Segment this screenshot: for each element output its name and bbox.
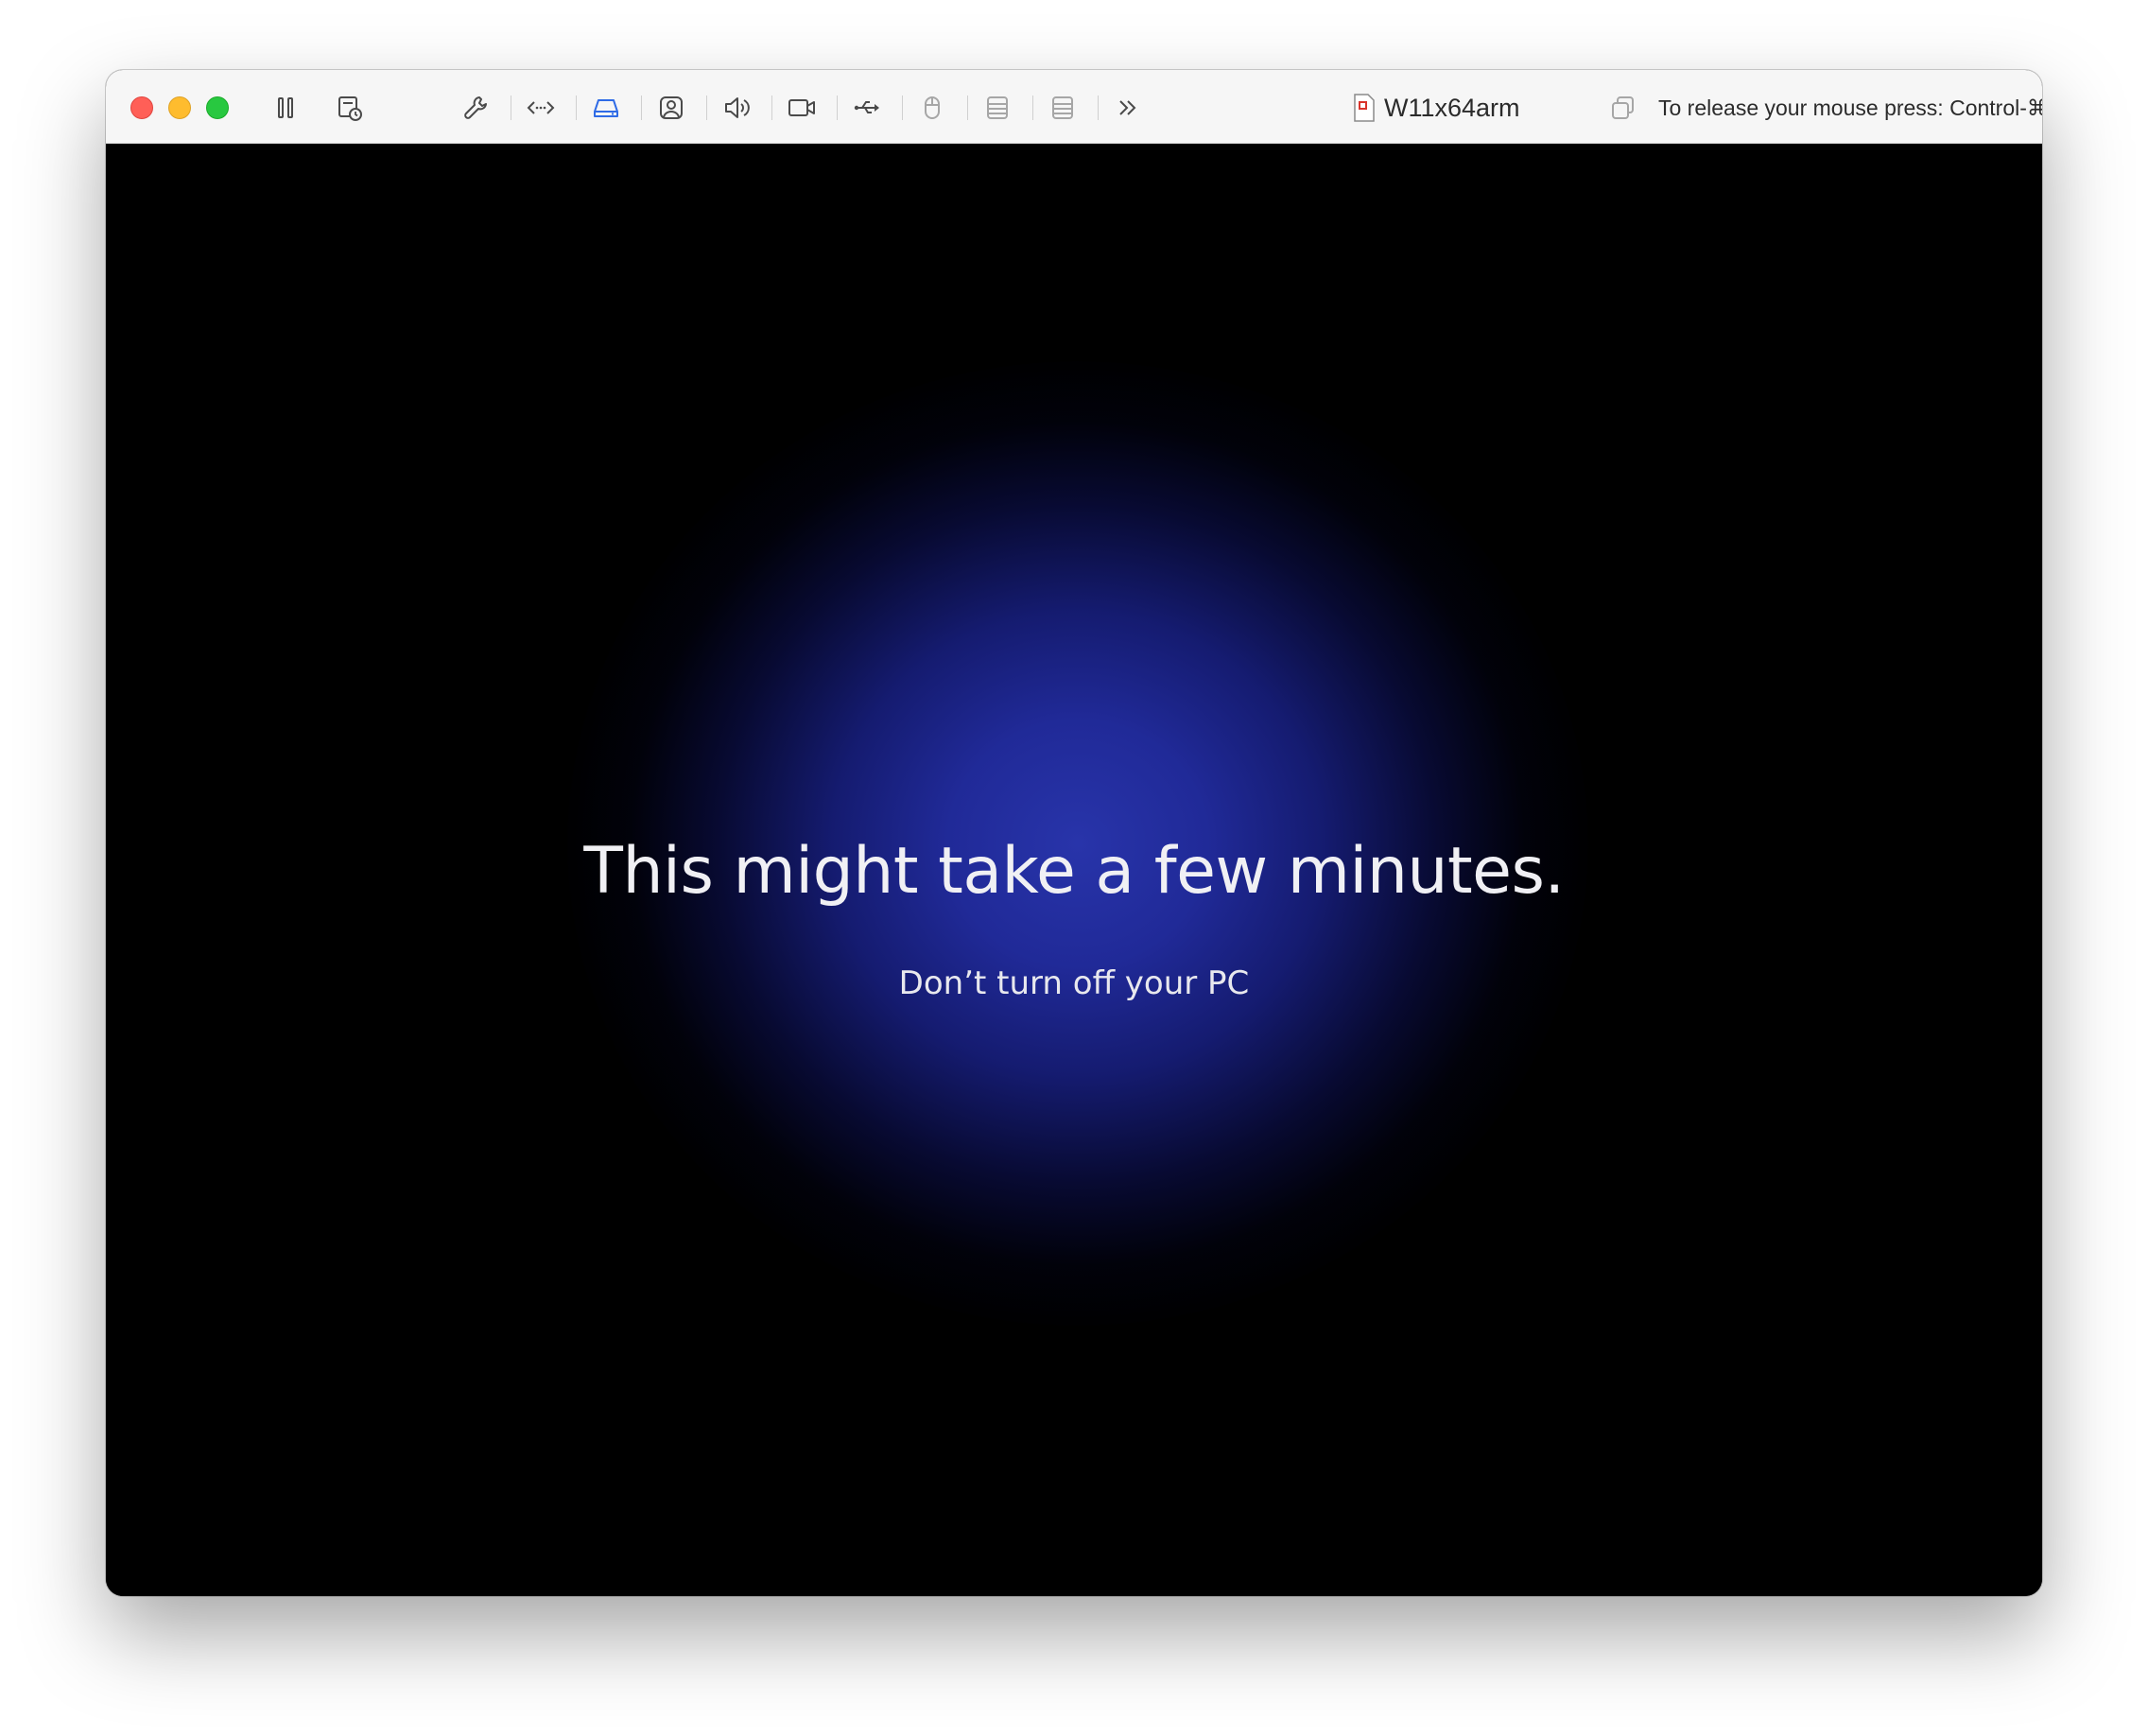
toolbar-separator [706,95,707,120]
usb-button[interactable] [848,91,886,125]
camera-icon [788,99,815,116]
setup-subline: Don’t turn off your PC [898,964,1250,1002]
release-hint-text: To release your mouse press: Control-⌘ [1658,95,2042,120]
network-button[interactable] [522,91,560,125]
vm-name-label: W11x64arm [1384,93,1520,122]
parallel-port-button[interactable] [1044,91,1082,125]
more-button[interactable] [1109,91,1147,125]
toolbar-separator [771,95,772,120]
user-icon [660,96,683,119]
toolbar-separator [576,95,577,120]
title-bar: W11x64arm To release your mouse press: C… [106,70,2042,144]
usb-icon [854,101,879,113]
serial-port-button[interactable] [979,91,1016,125]
zoom-window-button[interactable] [206,96,229,119]
toolbar-separator [967,95,968,120]
mouse-icon [925,96,940,119]
pause-button[interactable] [267,91,304,125]
toolbar-separator [1032,95,1033,120]
snapshot-button[interactable] [331,91,369,125]
setup-headline: This might take a few minutes. [583,834,1565,909]
release-hint: To release your mouse press: Control-⌘ [1609,87,2042,129]
window-copy-icon[interactable] [1609,94,1637,122]
toolbar-separator [641,95,642,120]
more-chevron-icon [1119,100,1136,115]
disk-icon [594,99,618,117]
camera-button[interactable] [783,91,821,125]
vm-document-icon [1354,94,1375,122]
wrench-icon [464,96,487,119]
vm-screen[interactable]: This might take a few minutes. Don’t tur… [106,144,2042,1596]
settings-button[interactable] [457,91,494,125]
sharing-button[interactable] [652,91,690,125]
mouse-button[interactable] [913,91,951,125]
toolbar-separator [1098,95,1099,120]
speaker-icon [725,97,750,118]
list-icon [1052,96,1073,119]
close-window-button[interactable] [130,96,153,119]
pause-icon [278,97,293,118]
toolbar-separator [837,95,838,120]
toolbar-separator [902,95,903,120]
vm-title: W11x64arm [1354,87,1520,129]
disk-button[interactable] [587,91,625,125]
minimize-window-button[interactable] [168,96,191,119]
snapshot-icon [338,96,362,121]
vm-window: W11x64arm To release your mouse press: C… [106,70,2042,1596]
list-icon [987,96,1008,119]
sound-button[interactable] [718,91,755,125]
code-arrows-icon [527,101,555,114]
